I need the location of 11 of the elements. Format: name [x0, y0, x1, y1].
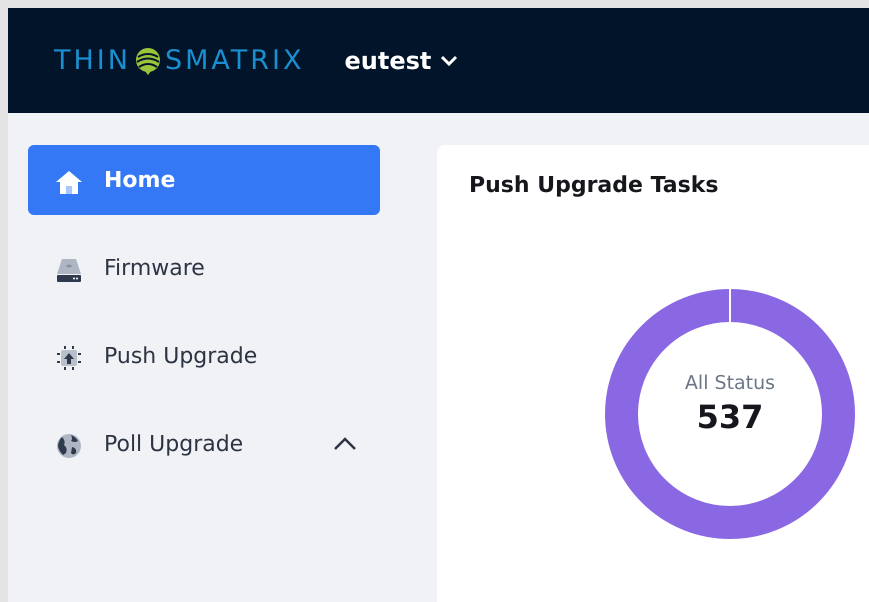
sidebar-item[interactable]: Home [28, 145, 380, 215]
card-title: Push Upgrade Tasks [469, 173, 720, 200]
sidebar-item[interactable]: Push Upgrade [28, 321, 380, 391]
sidebar-item[interactable]: Firmware [28, 233, 380, 303]
chevron-down-icon [439, 54, 460, 68]
donut-total: 537 [696, 398, 764, 436]
logo-text: THIN [54, 47, 131, 74]
account-dropdown[interactable]: eutest [344, 42, 460, 78]
donut-label: All Status [684, 371, 776, 396]
logo-text: SMATRIX [164, 47, 304, 74]
sidebar-item[interactable]: Poll Upgrade [28, 409, 380, 479]
